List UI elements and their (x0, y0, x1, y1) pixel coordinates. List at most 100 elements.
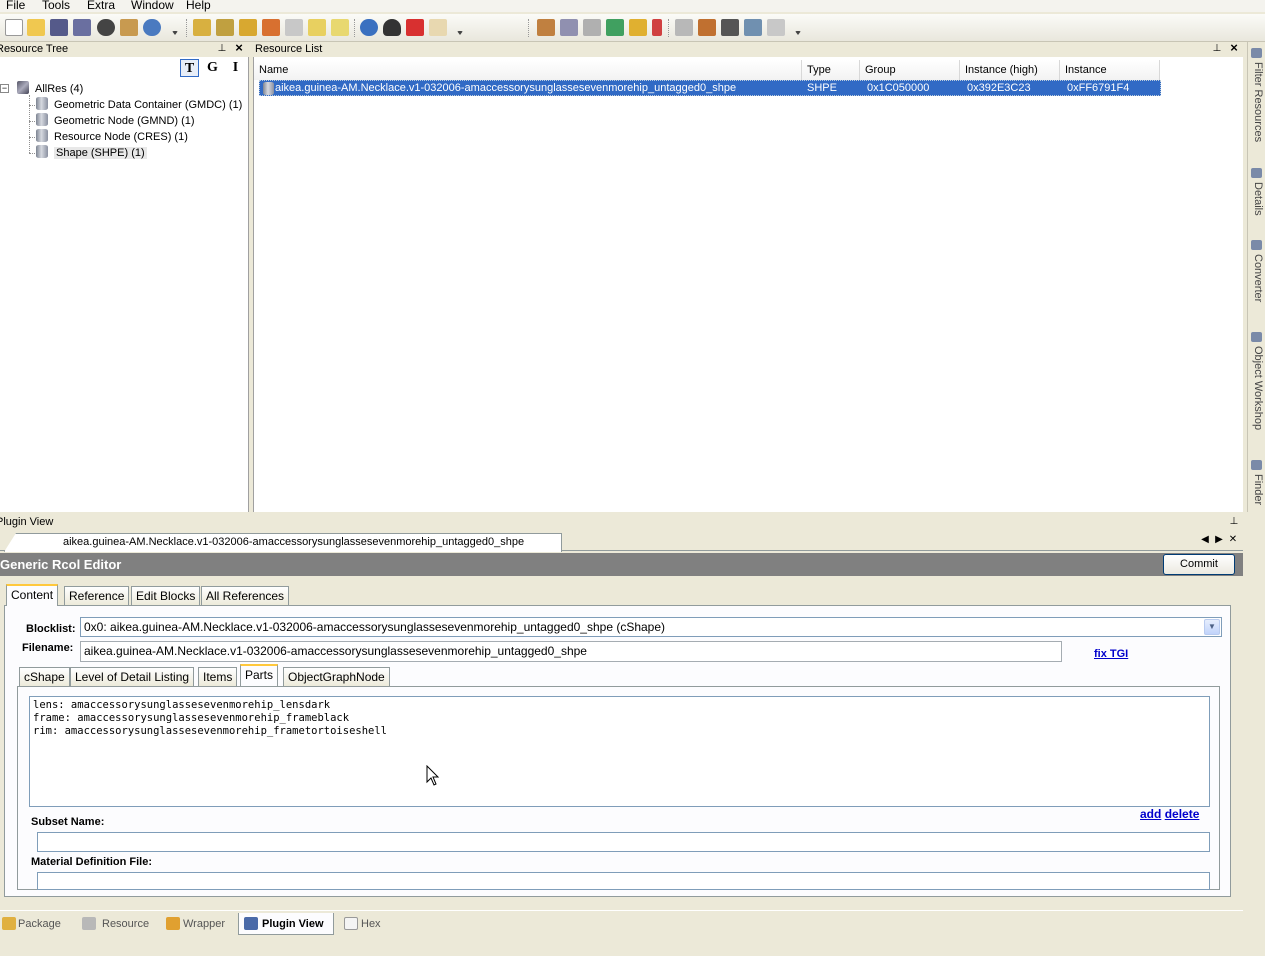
menu-tools[interactable]: Tools (42, 0, 70, 12)
note-icon[interactable] (308, 19, 326, 36)
tree-node-label: Geometric Node (GMND) (1) (54, 115, 195, 127)
menu-extra[interactable]: Extra (87, 0, 115, 12)
star-icon[interactable] (629, 19, 647, 36)
new-icon[interactable] (5, 19, 23, 36)
tree-expander[interactable]: − (0, 84, 9, 93)
bottom-tab-label: Resource (102, 918, 150, 930)
dock-tab-converter[interactable]: Converter (1250, 254, 1264, 302)
bottom-tab-wrapper[interactable]: Wrapper (162, 913, 234, 935)
tools-icon[interactable] (120, 19, 138, 36)
material-definition-input[interactable] (37, 872, 1210, 890)
eraser-icon[interactable] (429, 19, 447, 36)
pin-icon[interactable]: ⊥ (1229, 516, 1239, 527)
menu-file[interactable]: File (6, 0, 25, 12)
tree-node-gmnd[interactable]: Geometric Node (GMND) (1) (36, 113, 195, 129)
menu-window[interactable]: Window (131, 0, 174, 12)
chevron-right-icon[interactable]: ▶ (1212, 534, 1226, 545)
delete-resource-icon[interactable] (262, 19, 280, 36)
list-item[interactable]: lens: amaccessorysunglassesevenmorehip_l… (33, 699, 1206, 712)
tab-all-references[interactable]: All References (201, 586, 290, 606)
pin-icon[interactable]: ⊥ (217, 43, 227, 54)
dock-tab-details[interactable]: Details (1250, 182, 1264, 216)
list-item[interactable]: frame: amaccessorysunglassesevenmorehip_… (33, 712, 1206, 725)
tab-content[interactable]: Content (6, 584, 59, 606)
tree-node-gmdc[interactable]: Geometric Data Container (GMDC) (1) (36, 97, 242, 113)
column-group[interactable]: Group (860, 60, 960, 80)
tree-node-shpe[interactable]: Shape (SHPE) (1) (36, 145, 147, 161)
package-icon[interactable] (537, 19, 555, 36)
menu-help[interactable]: Help (186, 0, 211, 12)
column-instance-high[interactable]: Instance (high) (960, 60, 1060, 80)
subtab-lod-listing[interactable]: Level of Detail Listing (70, 667, 195, 687)
bottom-tab-label: Plugin View (262, 918, 324, 930)
save-as-icon[interactable] (73, 19, 91, 36)
column-instance[interactable]: Instance (1060, 60, 1160, 80)
dock-tab-object-workshop[interactable]: Object Workshop (1250, 346, 1264, 430)
toolbar-overflow-icon[interactable] (172, 31, 178, 35)
tree-connector (29, 95, 30, 153)
close-icon[interactable]: × (1229, 41, 1239, 54)
flag-icon[interactable] (652, 19, 662, 36)
recycle-icon[interactable] (606, 19, 624, 36)
dock-tab-filter-resources[interactable]: Filter Resources (1250, 62, 1264, 142)
add-link[interactable]: add (1140, 807, 1161, 821)
tree-mode-instance-button[interactable]: I (226, 59, 245, 77)
cut-icon[interactable] (675, 19, 693, 36)
fix-tgi-link[interactable]: fix TGI (1094, 648, 1128, 660)
tree-node-allres[interactable]: AllRes (4) (17, 81, 83, 97)
save-icon[interactable] (50, 19, 68, 36)
close-icon[interactable]: × (234, 41, 244, 54)
toolbar-separator (528, 19, 530, 37)
blocklist-dropdown[interactable]: 0x0: aikea.guinea-AM.Necklace.v1-032006-… (80, 617, 1222, 637)
scan-icon[interactable] (560, 19, 578, 36)
tree-mode-group-button[interactable]: G (203, 59, 222, 77)
column-name[interactable]: Name (254, 60, 802, 80)
document-tab[interactable]: aikea.guinea-AM.Necklace.v1-032006-amacc… (4, 533, 562, 552)
dock-tab-finder[interactable]: Finder (1250, 474, 1264, 505)
save-folder-icon[interactable] (216, 19, 234, 36)
web-icon[interactable] (143, 19, 161, 36)
subtab-cshape[interactable]: cShape (19, 667, 70, 687)
subtab-parts[interactable]: Parts (240, 664, 279, 686)
pin-icon[interactable]: ⊥ (1212, 43, 1222, 54)
box-icon[interactable] (239, 19, 257, 36)
note-edit-icon[interactable] (331, 19, 349, 36)
toolbar-overflow-icon[interactable] (795, 31, 801, 35)
table-row[interactable]: aikea.guinea-AM.Necklace.v1-032006-amacc… (259, 80, 1161, 96)
close-icon[interactable]: ✕ (1226, 534, 1240, 545)
fire-icon[interactable] (698, 19, 716, 36)
delete-link[interactable]: delete (1165, 807, 1200, 821)
chevron-down-icon[interactable]: ▼ (1204, 619, 1220, 635)
subtab-objectgraphnode[interactable]: ObjectGraphNode (283, 667, 390, 687)
subset-name-input[interactable] (37, 832, 1210, 852)
bomb-icon[interactable] (383, 19, 401, 36)
tree-mode-type-button[interactable]: T (180, 59, 199, 77)
column-type[interactable]: Type (802, 60, 860, 80)
tree-node-cres[interactable]: Resource Node (CRES) (1) (36, 129, 188, 145)
chevron-left-icon[interactable]: ◀ (1198, 534, 1212, 545)
toolbar-overflow-icon[interactable] (457, 31, 463, 35)
lock-icon[interactable] (767, 19, 785, 36)
tab-edit-blocks[interactable]: Edit Blocks (131, 586, 201, 606)
refresh-icon[interactable] (360, 19, 378, 36)
tab-reference[interactable]: Reference (64, 586, 130, 606)
bottom-tab-plugin-view[interactable]: Plugin View (238, 913, 334, 935)
bottom-tab-hex[interactable]: Hex (340, 913, 390, 935)
subtab-items[interactable]: Items (198, 667, 238, 687)
package-icon (2, 917, 16, 930)
commit-button[interactable]: Commit (1163, 554, 1235, 575)
link-icon[interactable] (583, 19, 601, 36)
bottom-tab-resource[interactable]: Resource (78, 913, 156, 935)
bottom-tab-package[interactable]: Package (0, 913, 72, 935)
comment-icon[interactable] (285, 19, 303, 36)
folder-icon[interactable] (193, 19, 211, 36)
camera-icon[interactable] (721, 19, 739, 36)
filename-field[interactable]: aikea.guinea-AM.Necklace.v1-032006-amacc… (80, 641, 1062, 662)
parts-list[interactable]: lens: amaccessorysunglassesevenmorehip_l… (29, 696, 1210, 807)
wrapper-icon (166, 917, 180, 930)
close-package-icon[interactable] (97, 19, 115, 36)
list-item[interactable]: rim: amaccessorysunglassesevenmorehip_fr… (33, 725, 1206, 738)
users-icon[interactable] (744, 19, 762, 36)
pin-icon[interactable] (406, 19, 424, 36)
open-icon[interactable] (27, 19, 45, 36)
